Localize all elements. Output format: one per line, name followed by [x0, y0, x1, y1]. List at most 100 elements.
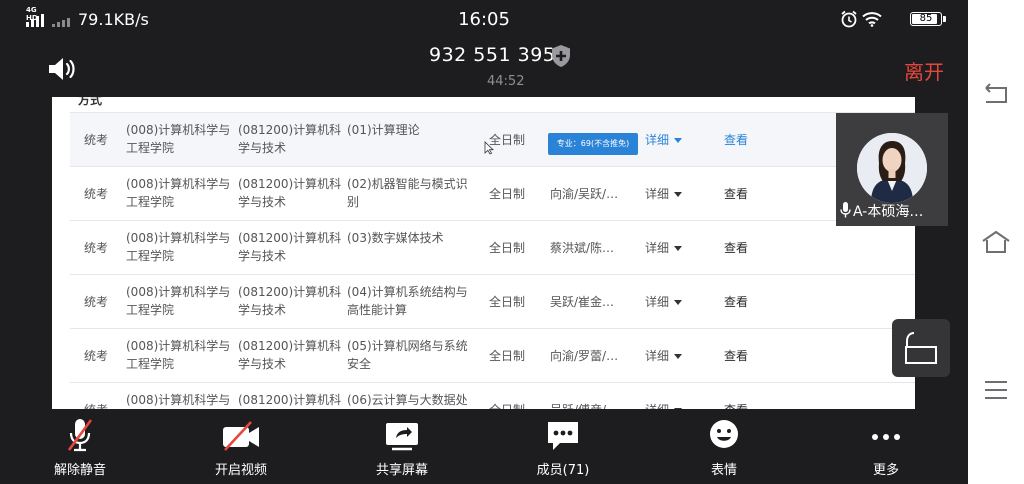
- back-icon[interactable]: [980, 80, 1012, 108]
- exam-type: 统考: [84, 349, 109, 363]
- table-row: 统考 (008)计算机科学与工程学院 (081200)计算机科学与技术 (06)…: [70, 383, 915, 409]
- department: (008)计算机科学与工程学院: [126, 339, 231, 371]
- start-video-button[interactable]: 开启视频: [191, 409, 291, 484]
- tutors: 蔡洪斌/陈…: [550, 241, 615, 255]
- research-direction: (02)机器智能与模式识别: [347, 177, 468, 209]
- view-link[interactable]: 查看: [724, 131, 748, 149]
- security-shield-icon[interactable]: [550, 44, 572, 68]
- reactions-button[interactable]: 表情: [674, 409, 774, 484]
- table-row: 统考 (008)计算机科学与工程学院 (081200)计算机科学与技术 (03)…: [70, 221, 915, 275]
- detail-label: 详细: [645, 349, 670, 363]
- research-direction: (03)数字媒体技术: [347, 231, 444, 245]
- view-link[interactable]: 查看: [724, 347, 748, 365]
- detail-label: 详细: [645, 187, 670, 201]
- column-header-fragment: 方式: [78, 97, 103, 107]
- tutors: 向渝/罗蕾/…: [550, 349, 619, 363]
- avatar: [857, 133, 927, 203]
- table-row: 统考 (008)计算机科学与工程学院 (081200)计算机科学与技术 (01)…: [70, 113, 915, 167]
- members-chat-icon: [548, 422, 578, 450]
- start-video-label: 开启视频: [214, 463, 267, 478]
- study-mode: 全日制: [489, 401, 525, 409]
- detail-link[interactable]: 详细: [645, 347, 683, 365]
- caret-down-icon: [674, 138, 683, 143]
- wifi-icon: [862, 12, 882, 27]
- caret-down-icon: [674, 192, 683, 197]
- share-screen-icon: [386, 423, 418, 451]
- research-direction: (04)计算机系统结构与高性能计算: [347, 285, 468, 317]
- detail-link[interactable]: 详细: [645, 131, 683, 149]
- detail-link[interactable]: 详细: [645, 185, 683, 203]
- quota-tooltip: 专业：69(不含推免): [548, 133, 638, 155]
- speaker-icon[interactable]: [47, 56, 77, 82]
- shared-screen: 方式 统考 (008)计算机科学与工程学院 (081200)计算机科学与技术 (…: [52, 97, 915, 409]
- call-header: 932 551 395 44:52 离开: [0, 38, 968, 97]
- system-navigation-bar: [968, 0, 1024, 484]
- study-mode: 全日制: [489, 187, 526, 201]
- major: (081200)计算机科学与技术: [238, 123, 342, 155]
- table-row: 统考 (008)计算机科学与工程学院 (081200)计算机科学与技术 (02)…: [70, 167, 915, 221]
- view-link[interactable]: 查看: [724, 293, 748, 311]
- members-label: 成员(71): [536, 463, 590, 478]
- screen-rotate-button[interactable]: [892, 319, 950, 377]
- detail-link[interactable]: 详细: [645, 293, 683, 311]
- home-icon[interactable]: [980, 228, 1012, 256]
- battery-level: 85: [919, 13, 933, 24]
- exam-type: 统考: [84, 295, 109, 309]
- participant-name: A-本硕海…: [853, 204, 924, 220]
- more-button[interactable]: 更多: [836, 409, 936, 484]
- department: (008)计算机科学与工程学院: [126, 177, 231, 209]
- research-direction: (05)计算机网络与系统安全: [347, 339, 468, 371]
- department: (008)计算机科学与工程学院: [126, 393, 231, 407]
- unmute-button[interactable]: 解除静音: [30, 409, 130, 484]
- major: (081200)计算机科学与技术: [238, 177, 342, 209]
- study-mode: 全日制: [489, 349, 526, 363]
- research-direction: (01)计算理论: [347, 123, 420, 137]
- recent-apps-icon[interactable]: [980, 376, 1012, 404]
- status-bar: 4G HD 79.1KB/s 16:05 85: [0, 0, 968, 38]
- department: (008)计算机科学与工程学院: [126, 123, 231, 155]
- microphone-icon: [840, 202, 851, 218]
- view-link[interactable]: 查看: [724, 185, 748, 203]
- more-icon: [872, 434, 900, 440]
- detail-link[interactable]: 详细: [645, 401, 683, 409]
- department: (008)计算机科学与工程学院: [126, 231, 231, 263]
- table-row: 统考 (008)计算机科学与工程学院 (081200)计算机科学与技术 (04)…: [70, 275, 915, 329]
- view-link[interactable]: 查看: [724, 401, 748, 409]
- battery-icon: 85: [910, 12, 946, 26]
- exam-type: 统考: [84, 401, 108, 409]
- share-screen-button[interactable]: 共享屏幕: [352, 409, 452, 484]
- caret-down-icon: [674, 354, 683, 359]
- rotate-lock-icon: [905, 332, 937, 364]
- view-link[interactable]: 查看: [724, 239, 748, 257]
- share-screen-label: 共享屏幕: [375, 463, 428, 478]
- study-mode: 全日制: [489, 295, 526, 309]
- study-mode: 全日制: [489, 241, 526, 255]
- tutors: 吴跃/崔金…: [550, 295, 615, 309]
- call-duration: 44:52: [487, 74, 525, 89]
- research-direction: (06)云计算与大数据处: [347, 393, 468, 407]
- reactions-label: 表情: [710, 463, 737, 478]
- tutors: 向渝/吴跃/…: [550, 187, 619, 201]
- more-label: 更多: [872, 463, 899, 478]
- exam-type: 统考: [84, 187, 109, 201]
- major: (081200)计算机科学与技术: [238, 393, 342, 407]
- meeting-id[interactable]: 932 551 395: [429, 44, 555, 66]
- table-row: 统考 (008)计算机科学与工程学院 (081200)计算机科学与技术 (05)…: [70, 329, 915, 383]
- exam-type: 统考: [84, 133, 109, 147]
- major: (081200)计算机科学与技术: [238, 339, 342, 371]
- detail-label: 详细: [645, 133, 670, 147]
- major: (081200)计算机科学与技术: [238, 231, 342, 263]
- major: (081200)计算机科学与技术: [238, 285, 342, 317]
- participant-video-tile[interactable]: A-本硕海…: [836, 113, 948, 226]
- exam-type: 统考: [84, 241, 109, 255]
- caret-down-icon: [674, 300, 683, 305]
- leave-button[interactable]: 离开: [904, 56, 944, 85]
- alarm-icon: [841, 10, 857, 28]
- members-button[interactable]: 成员(71): [513, 409, 613, 484]
- mouse-cursor-icon: [484, 141, 494, 155]
- video-off-icon: [223, 421, 259, 451]
- detail-link[interactable]: 详细: [645, 239, 683, 257]
- emoji-icon: [710, 420, 738, 448]
- study-mode: 全日制: [489, 133, 526, 147]
- detail-label: 详细: [645, 241, 670, 255]
